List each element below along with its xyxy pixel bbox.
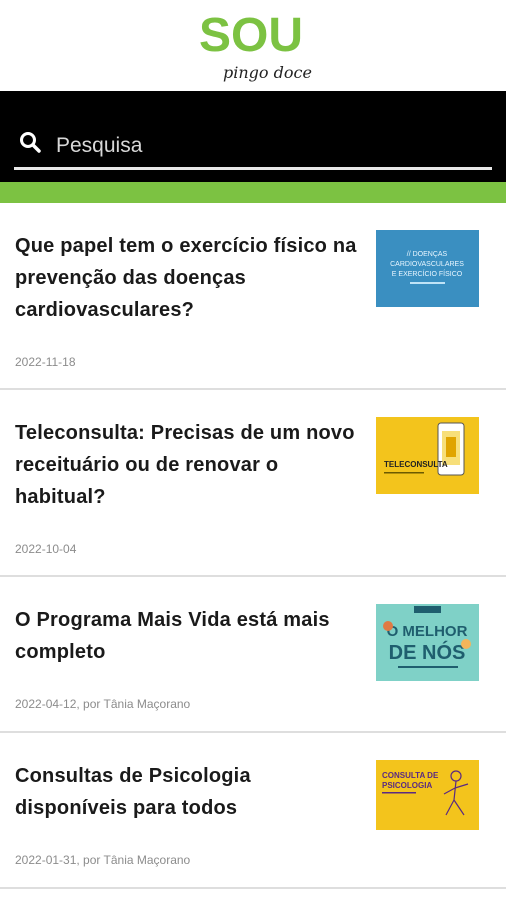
- article-date: 2022-11-18: [15, 355, 76, 369]
- svg-text:PSICOLOGIA: PSICOLOGIA: [382, 781, 432, 790]
- article-list: Que papel tem o exercício físico na prev…: [0, 203, 506, 889]
- accent-bar: [0, 182, 506, 203]
- sou-pingo-doce-logo: SOU pingo doce: [199, 9, 312, 82]
- article-author-date: 2022-01-31, por Tânia Maçorano: [15, 853, 191, 867]
- svg-text:// DOENÇAS: // DOENÇAS: [407, 251, 448, 258]
- article-title[interactable]: Teleconsulta: Precisas de um novo receit…: [15, 417, 360, 513]
- article-thumbnail[interactable]: TELECONSULTA: [376, 417, 479, 494]
- search-icon[interactable]: [18, 130, 42, 154]
- list-item[interactable]: Que papel tem o exercício físico na prev…: [0, 203, 506, 390]
- article-thumbnail[interactable]: CONSULTA DE PSICOLOGIA: [376, 760, 479, 830]
- article-author-date: 2022-04-12, por Tânia Maçorano: [15, 697, 191, 711]
- svg-text:SOU: SOU: [199, 9, 303, 62]
- svg-text:O MELHOR: O MELHOR: [387, 623, 468, 640]
- article-thumbnail[interactable]: // DOENÇAS CARDIOVASCULARES E EXERCÍCIO …: [376, 230, 479, 307]
- list-item[interactable]: Teleconsulta: Precisas de um novo receit…: [0, 390, 506, 577]
- list-item[interactable]: Consultas de Psicologia disponíveis para…: [0, 733, 506, 889]
- article-title[interactable]: Que papel tem o exercício físico na prev…: [15, 230, 360, 326]
- search-field[interactable]: [14, 127, 492, 170]
- svg-text:DE NÓS: DE NÓS: [389, 640, 466, 664]
- article-title[interactable]: Consultas de Psicologia disponíveis para…: [15, 760, 360, 824]
- article-date: 2022-10-04: [15, 542, 77, 556]
- list-item[interactable]: O Programa Mais Vida está mais completo …: [0, 577, 506, 733]
- app-header: SOU pingo doce: [0, 0, 506, 91]
- svg-text:CONSULTA DE: CONSULTA DE: [382, 771, 439, 780]
- svg-text:CARDIOVASCULARES: CARDIOVASCULARES: [390, 261, 464, 268]
- svg-text:E EXERCÍCIO FÍSICO: E EXERCÍCIO FÍSICO: [392, 269, 463, 278]
- svg-text:TELECONSULTA: TELECONSULTA: [384, 460, 448, 469]
- svg-text:pingo doce: pingo doce: [223, 63, 312, 82]
- article-thumbnail[interactable]: O MELHOR DE NÓS: [376, 604, 479, 681]
- article-title[interactable]: O Programa Mais Vida está mais completo: [15, 604, 360, 668]
- search-input[interactable]: [54, 127, 492, 165]
- search-bar: [0, 91, 506, 182]
